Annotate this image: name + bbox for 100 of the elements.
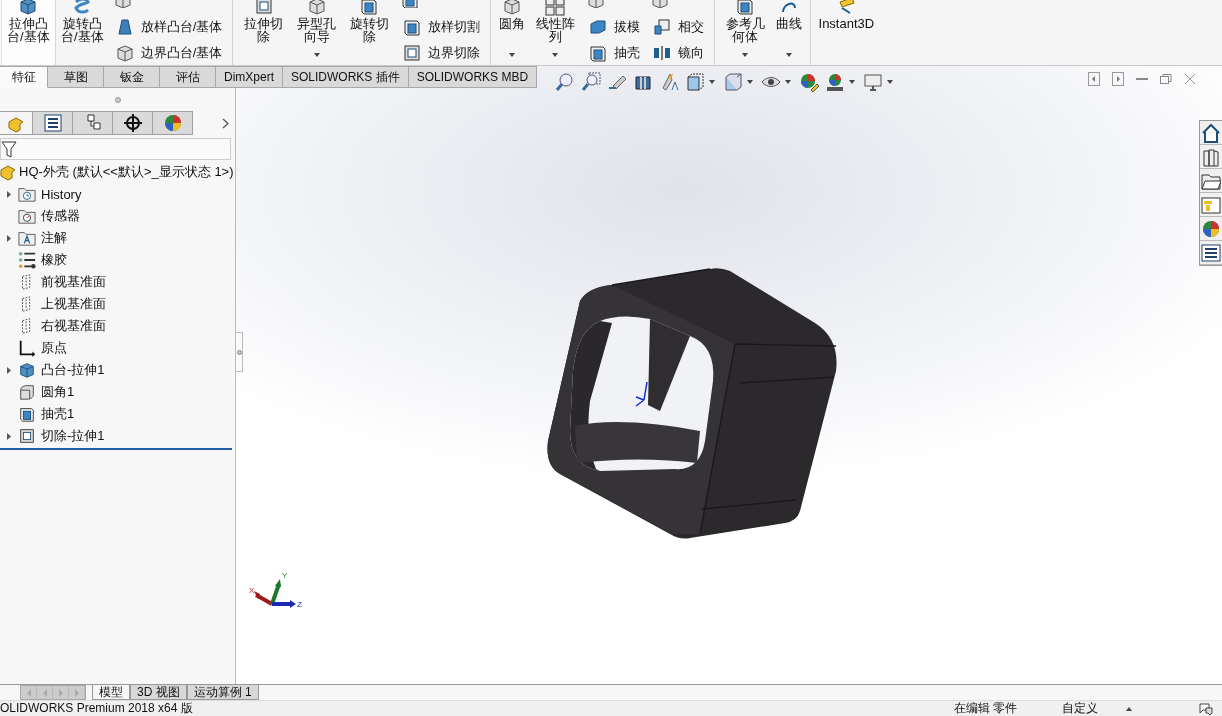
ribbon-button[interactable]: 放样切割 <box>399 15 482 38</box>
tree-item[interactable]: 橡胶 <box>41 251 67 269</box>
view-toolbar-button[interactable] <box>798 71 820 93</box>
home-icon <box>1201 122 1221 143</box>
status-text: OLIDWORKS Premium 2018 x64 版 <box>0 701 193 716</box>
command-tab[interactable]: 草图 <box>48 66 104 88</box>
view-cube-icon <box>685 72 705 92</box>
tree-item[interactable]: 传感器 <box>41 207 80 225</box>
ribbon-button[interactable]: 镜向 <box>649 41 706 64</box>
spiral-icon <box>72 0 93 16</box>
annotation-folder-icon <box>18 229 36 247</box>
ruler-icon <box>836 0 857 16</box>
tree-item[interactable]: 圆角1 <box>41 383 75 401</box>
tree-item[interactable]: 抽壳1 <box>41 405 75 423</box>
tree-item[interactable]: History <box>41 186 82 202</box>
units-selector[interactable]: 自定义 <box>1062 701 1122 716</box>
appearance-ball-icon <box>162 113 183 133</box>
command-tab[interactable]: 评估 <box>160 66 216 88</box>
history-folder-icon <box>18 185 36 203</box>
tree-item[interactable]: 前视基准面 <box>41 273 106 291</box>
part-icon <box>0 163 16 181</box>
tree-item[interactable]: 注解 <box>41 229 67 247</box>
grip-dot-icon <box>114 97 121 103</box>
tab-scroll-icon <box>72 687 81 698</box>
cut-block-icon <box>401 42 422 63</box>
ribbon-button[interactable]: 边界切除 <box>399 41 482 64</box>
view-toolbar-button[interactable] <box>580 71 602 93</box>
block-icon <box>114 42 135 63</box>
palette-icon <box>1201 194 1221 215</box>
ribbon-button[interactable]: 边界凸台/基体 <box>112 41 225 64</box>
filter-field[interactable] <box>0 138 231 160</box>
monitor-icon <box>863 72 883 92</box>
panel-left-icon <box>1088 72 1100 86</box>
task-pane-tab[interactable] <box>1200 217 1222 241</box>
close-icon <box>1184 72 1196 86</box>
ribbon-button[interactable]: 放样凸台/基体 <box>112 15 225 38</box>
filter-icon <box>1 140 17 158</box>
appearance-ball-icon <box>1201 218 1221 239</box>
view-toolbar-button[interactable] <box>824 71 846 93</box>
ribbon-button[interactable]: 拉伸凸台/基体 <box>1 0 56 65</box>
zoom-fit-icon <box>555 72 575 92</box>
model-tab[interactable]: 3D 视图 <box>130 685 187 700</box>
view-toolbar-button[interactable] <box>684 71 706 93</box>
cut-block-icon <box>18 427 36 445</box>
tree-root[interactable]: HQ-外壳 (默认<<默认>_显示状态 1>) <box>19 163 234 181</box>
status-text: 在编辑 零件 <box>954 701 1019 716</box>
task-pane-tab[interactable] <box>1200 241 1222 265</box>
model-tab[interactable]: 模型 <box>92 685 130 700</box>
hollow-cube-icon <box>18 405 36 423</box>
ribbon-button[interactable]: 异型孔向导 <box>290 0 343 65</box>
axis-triad-drawing: X Y Z <box>244 570 304 610</box>
ribbon-button[interactable]: Instant3D <box>814 0 879 65</box>
ribbon-button[interactable]: 抽壳 <box>585 41 642 64</box>
appearance-pencil-icon <box>799 72 819 92</box>
command-tab[interactable]: SOLIDWORKS MBD <box>408 66 538 88</box>
tree-item[interactable]: 上视基准面 <box>41 295 106 313</box>
property-list-icon <box>1201 242 1221 263</box>
cube-icon <box>18 0 39 16</box>
ribbon-button[interactable]: 参考几何体 <box>718 0 772 65</box>
dropdown-caret-icon <box>709 80 715 84</box>
restore-button[interactable] <box>1160 72 1172 86</box>
model-tab[interactable]: 运动算例 1 <box>186 685 259 700</box>
view-toolbar-button[interactable] <box>554 71 576 93</box>
scene-icon <box>825 72 845 92</box>
ribbon-button[interactable]: 圆角 <box>494 0 529 65</box>
ribbon-button[interactable]: 拔模 <box>585 15 642 38</box>
command-tab[interactable]: 钣金 <box>104 66 160 88</box>
ribbon-button[interactable]: 旋转切除 <box>343 0 396 65</box>
display-cube-icon <box>723 72 743 92</box>
task-pane-tab[interactable] <box>1200 145 1222 169</box>
tree-item[interactable]: 原点 <box>41 339 67 357</box>
books-icon <box>1201 146 1221 167</box>
block-icon <box>501 0 522 16</box>
tree-item[interactable]: 切除-拉伸1 <box>41 427 105 445</box>
dropdown-caret-icon <box>785 80 791 84</box>
view-toolbar-button[interactable] <box>862 71 884 93</box>
panel-tab[interactable] <box>113 111 153 135</box>
gauge-folder-icon <box>18 207 36 225</box>
command-tab[interactable]: DimXpert <box>216 66 283 88</box>
restore-icon <box>1160 72 1172 86</box>
ribbon-button[interactable]: 旋转凸台/基体 <box>55 0 109 65</box>
tile-left-button[interactable] <box>1088 72 1100 86</box>
tree-item[interactable]: 右视基准面 <box>41 317 106 335</box>
ribbon-button[interactable]: 拉伸切除 <box>237 0 291 65</box>
dropdown-caret-icon <box>849 80 855 84</box>
tree-item[interactable]: 凸台-拉伸1 <box>41 361 105 379</box>
tile-right-button[interactable] <box>1112 72 1124 86</box>
task-pane-tab[interactable] <box>1200 169 1222 193</box>
command-tab[interactable]: SOLIDWORKS 插件 <box>283 66 409 88</box>
origin-icon <box>18 339 36 357</box>
ribbon-button[interactable]: 曲线 <box>771 0 806 65</box>
ribbon-button[interactable]: 相交 <box>649 15 706 38</box>
close-button[interactable] <box>1184 72 1196 86</box>
grip-dot-icon <box>236 349 242 355</box>
crosshair-icon <box>122 113 143 133</box>
task-pane-tab[interactable] <box>1200 121 1222 145</box>
command-tab[interactable]: 特征 <box>0 66 48 88</box>
ribbon-button[interactable]: 线性阵列 <box>528 0 582 65</box>
panel-tab[interactable] <box>33 111 73 135</box>
block-icon <box>306 0 327 16</box>
